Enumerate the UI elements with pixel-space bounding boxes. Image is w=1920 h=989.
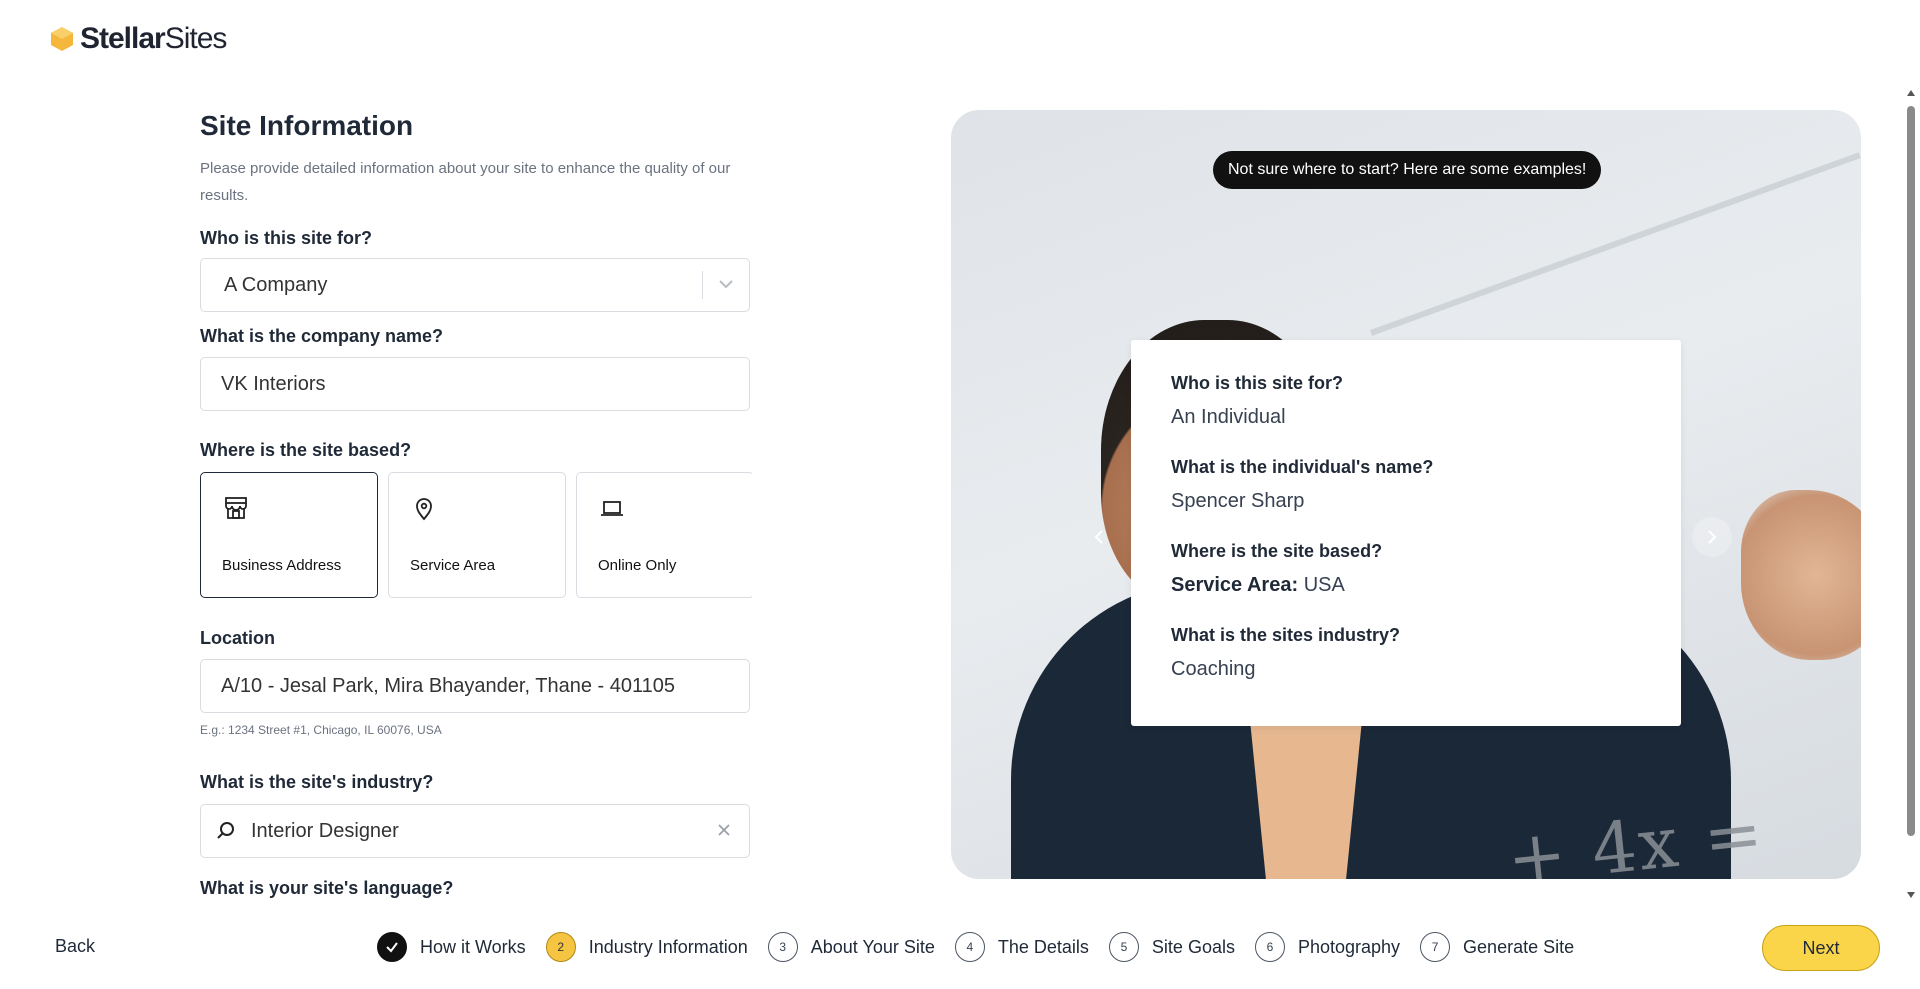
industry-label: What is the site's industry? bbox=[200, 772, 434, 792]
step-label: Site Goals bbox=[1151, 936, 1235, 957]
example-question: What is the individual's name? bbox=[1171, 457, 1434, 477]
map-pin-icon bbox=[416, 498, 432, 521]
company-name-input[interactable]: VK Interiors bbox=[200, 357, 750, 411]
example-question: What is the sites industry? bbox=[1171, 625, 1401, 645]
example-question: Who is this site for? bbox=[1171, 373, 1344, 393]
step-number: 2 bbox=[545, 932, 576, 962]
location-input[interactable]: A/10 - Jesal Park, Mira Bhayander, Thane… bbox=[200, 659, 750, 713]
option-service-area[interactable]: Service Area bbox=[388, 472, 566, 598]
chevron-left-icon bbox=[1094, 530, 1103, 544]
option-online-only[interactable]: Online Only bbox=[576, 472, 752, 598]
example-answer-prefix: Service Area: bbox=[1171, 574, 1299, 596]
step-label: About Your Site bbox=[810, 936, 935, 957]
logo[interactable]: StellarSites bbox=[48, 22, 227, 56]
brand-name: StellarSites bbox=[80, 22, 227, 55]
storefront-icon bbox=[225, 497, 247, 519]
example-answer: An Individual bbox=[1171, 406, 1286, 428]
option-label: Business Address bbox=[222, 557, 342, 574]
page-scrollbar[interactable] bbox=[1906, 88, 1916, 898]
site-info-form: Site Information Please provide detailed… bbox=[200, 110, 752, 900]
clear-icon[interactable] bbox=[715, 821, 733, 839]
step-number: 4 bbox=[954, 932, 985, 962]
option-label: Online Only bbox=[598, 557, 677, 574]
search-icon bbox=[217, 822, 234, 839]
who-label: Who is this site for? bbox=[200, 228, 373, 248]
scroll-up-icon[interactable] bbox=[1906, 88, 1916, 98]
scroll-down-icon[interactable] bbox=[1906, 890, 1916, 900]
example-answer: Spencer Sharp bbox=[1171, 490, 1305, 512]
based-options: Business Address Service Area Online Onl… bbox=[200, 472, 752, 598]
example-answer: Coaching bbox=[1171, 658, 1256, 680]
example-question: Where is the site based? bbox=[1171, 541, 1383, 561]
example-card: Who is this site for? An Individual What… bbox=[1131, 340, 1681, 726]
progress-stepper: How it Works 2 Industry Information 3 Ab… bbox=[377, 932, 1594, 962]
laptop-icon bbox=[601, 501, 623, 516]
step-industry-information[interactable]: 2 Industry Information bbox=[545, 932, 748, 962]
logo-hexagon-icon bbox=[51, 27, 73, 51]
step-label: Industry Information bbox=[588, 936, 748, 957]
step-site-goals[interactable]: 5 Site Goals bbox=[1108, 932, 1235, 962]
chevron-right-icon bbox=[1708, 530, 1717, 544]
company-label: What is the company name? bbox=[200, 326, 444, 346]
prev-example-button[interactable] bbox=[1079, 517, 1119, 557]
photo-hand bbox=[1741, 490, 1861, 660]
step-label: The Details bbox=[997, 936, 1089, 957]
location-label: Location bbox=[200, 628, 275, 648]
based-label: Where is the site based? bbox=[200, 440, 412, 460]
location-hint: E.g.: 1234 Street #1, Chicago, IL 60076,… bbox=[200, 723, 442, 737]
step-label: How it Works bbox=[420, 936, 526, 957]
step-label: Photography bbox=[1297, 936, 1401, 957]
step-number: 6 bbox=[1254, 932, 1285, 962]
example-answer-value: USA bbox=[1303, 574, 1345, 596]
example-answer: Service Area: USA bbox=[1171, 574, 1641, 597]
page-title: Site Information bbox=[200, 110, 414, 141]
language-label: What is your site's language? bbox=[200, 878, 454, 898]
back-button[interactable]: Back bbox=[55, 936, 95, 957]
option-label: Service Area bbox=[410, 557, 496, 574]
location-value: A/10 - Jesal Park, Mira Bhayander, Thane… bbox=[221, 674, 675, 697]
next-button[interactable]: Next bbox=[1762, 925, 1880, 971]
step-label: Generate Site bbox=[1463, 936, 1575, 957]
examples-pill: Not sure where to start? Here are some e… bbox=[1213, 151, 1602, 189]
check-icon bbox=[377, 932, 407, 962]
step-number: 7 bbox=[1420, 932, 1451, 962]
who-select-value: A Company bbox=[224, 273, 328, 296]
who-select[interactable]: A Company bbox=[200, 258, 750, 312]
step-number: 5 bbox=[1108, 932, 1139, 962]
step-how-it-works[interactable]: How it Works bbox=[377, 932, 526, 962]
company-name-value: VK Interiors bbox=[221, 372, 326, 395]
select-divider bbox=[702, 271, 703, 299]
example-preview: + 4x = 65 Not sure where to start? Here … bbox=[951, 110, 1861, 879]
step-about-your-site[interactable]: 3 About Your Site bbox=[767, 932, 935, 962]
option-business-address[interactable]: Business Address bbox=[200, 472, 378, 598]
scrollbar-thumb[interactable] bbox=[1907, 106, 1915, 836]
industry-value: Interior Designer bbox=[251, 819, 399, 842]
step-number: 3 bbox=[767, 932, 798, 962]
step-generate-site[interactable]: 7 Generate Site bbox=[1420, 932, 1574, 962]
step-photography[interactable]: 6 Photography bbox=[1254, 932, 1401, 962]
step-the-details[interactable]: 4 The Details bbox=[954, 932, 1089, 962]
next-example-button[interactable] bbox=[1692, 517, 1732, 557]
chevron-down-icon[interactable] bbox=[715, 273, 737, 295]
page-intro: Please provide detailed information abou… bbox=[200, 160, 731, 204]
industry-search-input[interactable]: Interior Designer bbox=[200, 804, 750, 858]
